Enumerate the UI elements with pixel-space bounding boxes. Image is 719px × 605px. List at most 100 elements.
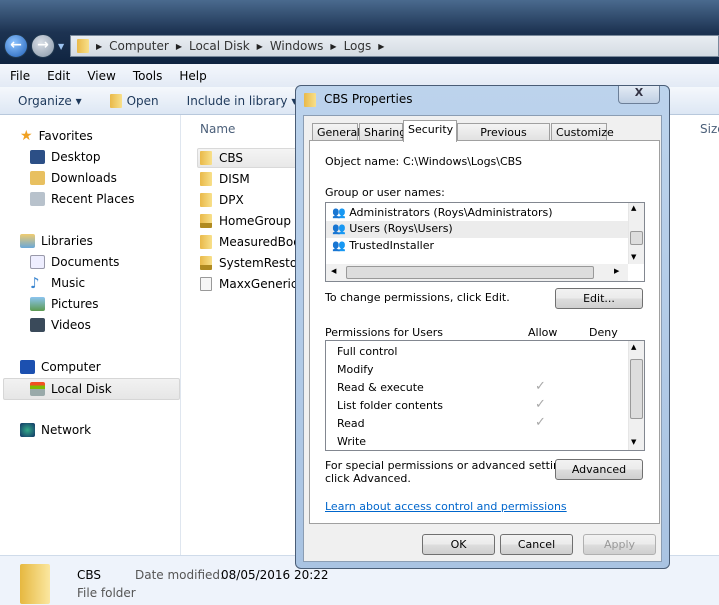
scroll-right-icon[interactable]: ▶ bbox=[614, 267, 619, 275]
nav-local-disk[interactable]: Local Disk bbox=[30, 378, 112, 400]
scroll-thumb[interactable] bbox=[630, 231, 643, 245]
tab-previous-versions[interactable]: Previous Versions bbox=[457, 123, 550, 152]
groups-label: Group or user names: bbox=[325, 186, 445, 199]
nav-label: Videos bbox=[51, 318, 91, 332]
menu-tools[interactable]: Tools bbox=[133, 69, 163, 83]
nav-computer[interactable]: Computer bbox=[20, 356, 101, 378]
scroll-up-icon[interactable]: ▲ bbox=[631, 204, 636, 212]
breadcrumb-windows[interactable]: Windows bbox=[270, 39, 324, 53]
file-name: MeasuredBoo bbox=[219, 235, 301, 249]
scroll-left-icon[interactable]: ◀ bbox=[331, 267, 336, 275]
chevron-right-icon[interactable]: ▶ bbox=[257, 42, 263, 51]
cancel-button[interactable]: Cancel bbox=[500, 534, 573, 555]
nav-documents[interactable]: Documents bbox=[30, 251, 119, 273]
ok-button[interactable]: OK bbox=[422, 534, 495, 555]
apply-button[interactable]: Apply bbox=[583, 534, 656, 555]
nav-downloads[interactable]: Downloads bbox=[30, 167, 117, 189]
nav-videos[interactable]: Videos bbox=[30, 314, 91, 336]
special-permissions-text-2: click Advanced. bbox=[325, 472, 411, 485]
nav-music[interactable]: ♪ Music bbox=[30, 272, 85, 294]
scroll-down-icon[interactable]: ▼ bbox=[631, 253, 636, 261]
tab-customize[interactable]: Customize bbox=[551, 123, 614, 141]
tab-security[interactable]: Security bbox=[403, 120, 457, 142]
folder-icon bbox=[304, 93, 316, 107]
column-header-name[interactable]: Name bbox=[200, 122, 235, 136]
permission-row: Full control bbox=[337, 345, 398, 358]
groups-list[interactable]: 👥 Administrators (Roys\Administrators) 👥… bbox=[325, 202, 645, 282]
arrow-right-icon: → bbox=[37, 37, 49, 53]
chevron-right-icon[interactable]: ▶ bbox=[330, 42, 336, 51]
security-panel: Object name: C:\Windows\Logs\CBS Group o… bbox=[309, 140, 660, 524]
permission-row: List folder contents bbox=[337, 399, 443, 412]
nav-label: Computer bbox=[41, 360, 101, 374]
arrow-left-icon: ← bbox=[10, 37, 22, 53]
forward-button[interactable]: → bbox=[31, 34, 55, 58]
column-header-size[interactable]: Size bbox=[700, 122, 719, 136]
folder-icon bbox=[77, 39, 89, 53]
nav-label: Network bbox=[41, 423, 92, 437]
file-row[interactable]: CBS bbox=[200, 148, 243, 168]
nav-network[interactable]: Network bbox=[20, 419, 91, 441]
include-in-library-button[interactable]: Include in library ▾ bbox=[187, 94, 298, 108]
deny-header: Deny bbox=[589, 326, 618, 339]
horizontal-scrollbar[interactable]: ◀ ▶ bbox=[326, 264, 628, 281]
tab-sharing[interactable]: Sharing bbox=[359, 123, 406, 141]
file-name: DPX bbox=[219, 193, 244, 207]
scroll-thumb[interactable] bbox=[346, 266, 594, 279]
nav-favorites[interactable]: ★ Favorites bbox=[20, 125, 93, 147]
scroll-down-icon[interactable]: ▼ bbox=[631, 438, 636, 446]
nav-label: Recent Places bbox=[51, 192, 135, 206]
address-bar[interactable]: ▶ Computer ▶ Local Disk ▶ Windows ▶ Logs… bbox=[70, 35, 719, 57]
group-item-selected[interactable]: 👥 Users (Roys\Users) bbox=[332, 222, 453, 235]
scroll-thumb[interactable] bbox=[630, 359, 643, 419]
computer-icon bbox=[20, 360, 35, 374]
dialog-body: General Sharing Security Previous Versio… bbox=[303, 115, 662, 562]
dialog-title: CBS Properties bbox=[324, 92, 413, 106]
desktop-icon bbox=[30, 150, 45, 164]
nav-label: Favorites bbox=[38, 129, 93, 143]
file-icon bbox=[200, 277, 212, 291]
chevron-right-icon[interactable]: ▶ bbox=[96, 42, 102, 51]
file-row[interactable]: DPX bbox=[200, 190, 244, 210]
vertical-scrollbar[interactable]: ▲ ▼ bbox=[628, 341, 644, 450]
learn-link[interactable]: Learn about access control and permissio… bbox=[325, 500, 567, 513]
breadcrumb-logs[interactable]: Logs bbox=[344, 39, 372, 53]
menu-edit[interactable]: Edit bbox=[47, 69, 70, 83]
file-row[interactable]: SystemRestore bbox=[200, 253, 309, 273]
menu-view[interactable]: View bbox=[87, 69, 115, 83]
organize-button[interactable]: Organize ▾ bbox=[18, 94, 82, 108]
file-row[interactable]: DISM bbox=[200, 169, 250, 189]
group-name: Administrators (Roys\Administrators) bbox=[349, 206, 553, 219]
file-name: MaxxGenericIr bbox=[219, 277, 306, 291]
tab-general[interactable]: General bbox=[312, 123, 360, 141]
breadcrumb-local-disk[interactable]: Local Disk bbox=[189, 39, 250, 53]
menu-bar: File Edit View Tools Help bbox=[0, 64, 719, 87]
chevron-right-icon[interactable]: ▶ bbox=[378, 42, 384, 51]
edit-button[interactable]: Edit... bbox=[555, 288, 643, 309]
file-row[interactable]: MeasuredBoo bbox=[200, 232, 301, 252]
menu-help[interactable]: Help bbox=[179, 69, 206, 83]
file-row[interactable]: HomeGroup bbox=[200, 211, 291, 231]
breadcrumb-computer[interactable]: Computer bbox=[109, 39, 169, 53]
folder-icon bbox=[200, 172, 212, 186]
scroll-up-icon[interactable]: ▲ bbox=[631, 343, 636, 351]
close-button[interactable]: X bbox=[618, 86, 660, 104]
menu-file[interactable]: File bbox=[10, 69, 30, 83]
permissions-list: ▲ ▼ Full control Modify Read & execute ✓ Lis… bbox=[325, 340, 645, 451]
open-button[interactable]: Open bbox=[109, 93, 159, 108]
back-button[interactable]: ← bbox=[4, 34, 28, 58]
nav-label: Local Disk bbox=[51, 382, 112, 396]
vertical-scrollbar[interactable]: ▲ ▼ bbox=[628, 203, 644, 264]
advanced-button[interactable]: Advanced bbox=[555, 459, 643, 480]
nav-pictures[interactable]: Pictures bbox=[30, 293, 99, 315]
chevron-right-icon[interactable]: ▶ bbox=[176, 42, 182, 51]
music-note-icon: ♪ bbox=[30, 274, 40, 292]
recent-pages-dropdown[interactable]: ▼ bbox=[58, 42, 64, 51]
group-item[interactable]: 👥 Administrators (Roys\Administrators) bbox=[332, 206, 553, 219]
file-row[interactable]: MaxxGenericIr bbox=[200, 274, 306, 294]
users-icon: 👥 bbox=[332, 239, 346, 252]
group-item[interactable]: 👥 TrustedInstaller bbox=[332, 239, 434, 252]
nav-desktop[interactable]: Desktop bbox=[30, 146, 101, 168]
nav-recent-places[interactable]: Recent Places bbox=[30, 188, 134, 210]
nav-libraries[interactable]: Libraries bbox=[20, 230, 93, 252]
